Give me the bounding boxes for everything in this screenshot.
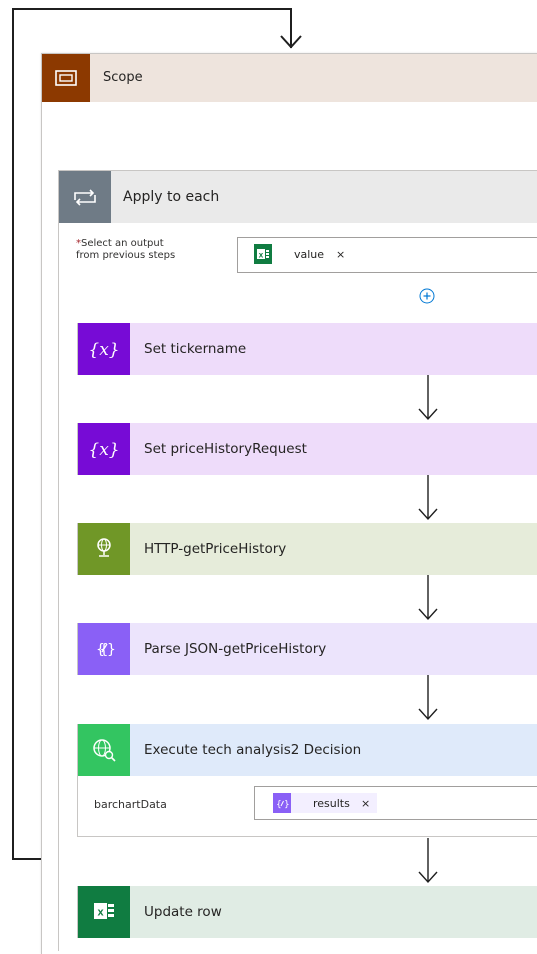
svg-text:x: x — [259, 251, 264, 260]
globe-search-icon — [78, 724, 130, 776]
action-execute-tech-analysis2-decision[interactable]: Execute tech analysis2 Decision — [77, 724, 537, 776]
connector-arrow-icon — [418, 838, 438, 884]
loop-connector-horizontal-bottom — [12, 858, 43, 860]
action-title: Execute tech analysis2 Decision — [144, 742, 362, 758]
connector-arrow-icon — [418, 675, 438, 721]
results-token-label: results — [313, 797, 350, 810]
parse-json-icon: { { } — [78, 623, 130, 675]
svg-text:{x}: {x} — [88, 440, 119, 460]
excel-icon: x — [254, 244, 272, 264]
apply-to-each-title: Apply to each — [123, 189, 220, 205]
svg-text:{: { — [276, 800, 282, 810]
scope-title: Scope — [103, 70, 143, 85]
action-parse-json-getpricehistory[interactable]: { { } Parse JSON-getPriceHistory — [77, 623, 537, 675]
action-http-getpricehistory[interactable]: HTTP-getPriceHistory — [77, 523, 537, 575]
variable-icon: {x} — [78, 423, 130, 475]
add-step-plus-icon[interactable] — [419, 288, 435, 304]
value-token-remove-icon[interactable]: × — [336, 248, 345, 261]
apply-to-each-header[interactable]: Apply to each — [59, 171, 537, 223]
results-token-remove-icon[interactable]: × — [361, 797, 370, 810]
value-token[interactable]: x value × — [254, 244, 354, 264]
select-output-input[interactable]: x value × — [237, 237, 537, 273]
action-title: Set priceHistoryRequest — [144, 441, 307, 457]
action-set-pricehistoryrequest[interactable]: {x} Set priceHistoryRequest — [77, 423, 537, 475]
parse-json-icon: { } — [273, 793, 291, 813]
scope-icon — [42, 54, 90, 102]
results-token[interactable]: { } results × — [273, 793, 377, 813]
svg-text:}: } — [284, 800, 290, 810]
variable-icon: {x} — [78, 323, 130, 375]
connector-arrow-icon — [418, 475, 438, 521]
loop-connector-horizontal-top — [12, 8, 292, 10]
svg-text:{x}: {x} — [88, 340, 119, 360]
execute-parameters: barchartData { } results × — [77, 776, 537, 837]
action-title: Set tickername — [144, 341, 247, 357]
svg-text:x: x — [97, 907, 104, 919]
connector-arrow-icon — [418, 375, 438, 421]
loop-arrowhead-icon — [280, 35, 302, 49]
barchartdata-label: barchartData — [94, 798, 167, 811]
action-update-row[interactable]: x Update row — [77, 886, 537, 938]
svg-text:}: } — [107, 642, 116, 658]
scope-header[interactable]: Scope — [42, 54, 537, 102]
loop-connector-vertical-left — [12, 8, 14, 860]
connector-arrow-icon — [418, 575, 438, 621]
action-title: HTTP-getPriceHistory — [144, 541, 287, 557]
loop-icon — [59, 171, 111, 223]
value-token-label: value — [294, 248, 325, 261]
barchartdata-input[interactable]: { } results × — [254, 786, 537, 820]
select-output-label: *Select an output from previous steps — [76, 238, 176, 261]
action-set-tickername[interactable]: {x} Set tickername — [77, 323, 537, 375]
action-title: Update row — [144, 904, 222, 920]
excel-icon: x — [78, 886, 130, 938]
globe-icon — [78, 523, 130, 575]
action-title: Parse JSON-getPriceHistory — [144, 641, 327, 657]
